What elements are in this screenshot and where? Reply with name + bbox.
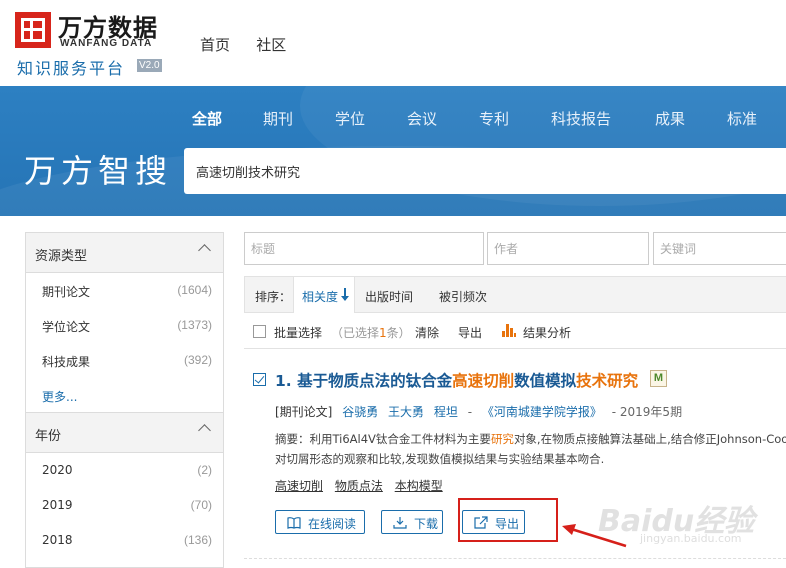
tab-achievement[interactable]: 成果 [655,108,685,129]
title-filter-input[interactable] [245,233,483,264]
tab-tech-report[interactable]: 科技报告 [551,108,611,129]
site-header: 万方数据 WANFANG DATA 知识服务平台 V2.0 首页 社区 [0,0,786,86]
brand-english: WANFANG DATA [60,38,153,49]
facet-label[interactable]: 2020 [42,463,73,477]
tab-journal[interactable]: 期刊 [263,108,293,129]
online-read-button[interactable]: 在线阅读 [275,510,365,534]
chevron-up-icon[interactable] [198,244,211,257]
select-all-checkbox[interactable] [253,325,266,338]
tab-thesis[interactable]: 学位 [335,108,365,129]
annotation-highlight-box [458,498,558,542]
batch-export-button[interactable]: 导出 [458,324,482,341]
sort-pubtime-button[interactable]: 出版时间 [365,288,413,305]
publish-date: - 2019年5期 [611,405,683,419]
facet-count: (1373) [177,318,212,332]
download-icon [393,517,407,529]
sort-relevance-label: 相关度 [302,290,339,304]
keyword-link[interactable]: 本构模型 [395,479,443,493]
search-box[interactable] [184,148,786,194]
result-checkbox[interactable] [253,373,266,386]
version-badge: V2.0 [137,59,162,72]
facet-count: (392) [183,353,212,367]
author-filter-input[interactable] [488,233,648,264]
tab-patent[interactable]: 专利 [479,108,509,129]
author-filter[interactable] [487,232,649,265]
more-link[interactable]: 更多... [42,388,77,405]
search-title: 万方智搜 [24,152,173,190]
facet-count: (2) [197,463,212,477]
wanfang-logo-icon[interactable] [15,12,51,48]
result-title-link[interactable]: 1. 基于物质点法的钛合金高速切削数值模拟技术研究 [275,369,638,391]
result-abstract: 摘要：利用Ti6Al4V钛合金工件材料为主要研究对象,在物质点接触算法基础上,结… [275,432,786,466]
book-open-icon [287,517,301,529]
facet-item-2020[interactable]: 2020 (2) [26,453,223,488]
nav-home-link[interactable]: 首页 [200,36,230,54]
title-filter[interactable] [244,232,484,265]
brand-subtitle: 知识服务平台 [17,59,126,78]
facet-item-journal[interactable]: 期刊论文 (1604) [26,273,223,308]
facet-count: (70) [190,498,212,512]
facet-count: (136) [183,533,212,547]
tab-all[interactable]: 全部 [192,108,222,129]
search-banner: 全部 期刊 学位 会议 专利 科技报告 成果 标准 万方智搜 [0,86,786,216]
facet-title: 年份 [35,429,62,444]
author-link[interactable]: 程坦 [434,405,458,419]
tab-conference[interactable]: 会议 [407,108,437,129]
batch-select-label[interactable]: 批量选择 [274,324,322,341]
facet-label[interactable]: 学位论文 [42,318,90,335]
clear-button[interactable]: 清除 [415,324,439,341]
facet-label[interactable]: 科技成果 [42,353,90,370]
author-link[interactable]: 王大勇 [388,405,424,419]
facet-item-2018[interactable]: 2018 (136) [26,523,223,558]
keyword-filter-input[interactable] [654,233,786,264]
result-type: [期刊论文] [275,405,333,419]
facet-sidebar: 资源类型 期刊论文 (1604) 学位论文 (1373) 科技成果 (392) … [25,232,224,568]
facet-item-2019[interactable]: 2019 (70) [26,488,223,523]
search-input[interactable] [184,148,786,194]
facet-count: (1604) [177,283,212,297]
result-meta: [期刊论文] 谷骁勇 王大勇 程坦 - 《河南城建学院学报》 - 2019年5期 [275,403,688,420]
facet-header-year[interactable]: 年份 [26,413,223,453]
facet-header-resource-type[interactable]: 资源类型 [26,233,223,273]
journal-link[interactable]: 《河南城建学院学报》 [482,405,602,419]
facet-label[interactable]: 2019 [42,498,73,512]
result-analysis-button[interactable]: 结果分析 [523,324,571,341]
tab-standard[interactable]: 标准 [727,108,757,129]
mendeley-icon[interactable]: M [650,370,667,387]
keyword-link[interactable]: 物质点法 [335,479,383,493]
chevron-up-icon[interactable] [198,424,211,437]
sort-cited-button[interactable]: 被引频次 [439,288,487,305]
keyword-link[interactable]: 高速切削 [275,479,323,493]
result-divider [244,558,786,559]
separator: - [467,405,473,419]
watermark-url: jingyan.baidu.com [640,532,742,545]
bar-chart-icon[interactable] [502,324,516,337]
sort-label: 排序： [255,290,292,304]
keyword-filter[interactable] [653,232,786,265]
facet-item-tech-achievement[interactable]: 科技成果 (392) [26,343,223,378]
top-nav: 首页 社区 [200,34,308,55]
facet-more: 更多... [26,378,223,413]
facet-label[interactable]: 期刊论文 [42,283,90,300]
facet-label[interactable]: 2018 [42,533,73,547]
facet-item-thesis[interactable]: 学位论文 (1373) [26,308,223,343]
batch-toolbar: 批量选择 （已选择1条） 清除 导出 结果分析 [244,313,786,349]
sort-relevance-button[interactable]: 相关度 [293,277,355,313]
selected-count: （已选择1条） [331,326,411,340]
sort-bar: 排序： 相关度 出版时间 被引频次 [244,276,786,313]
author-link[interactable]: 谷骁勇 [342,405,378,419]
facet-title: 资源类型 [35,249,88,264]
nav-community-link[interactable]: 社区 [256,36,286,54]
result-keywords: 高速切削 物质点法 本构模型 [275,477,451,494]
download-button[interactable]: 下载 [381,510,443,534]
arrow-down-icon [341,288,349,301]
